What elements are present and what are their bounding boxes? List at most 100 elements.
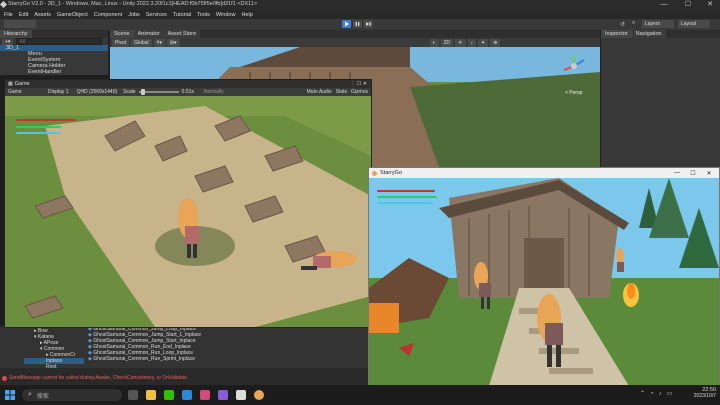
file-list: ◆ GhostSamurai_Common_Jump_Loop_Inplace … xyxy=(88,326,298,362)
windows-icon xyxy=(5,390,15,400)
game-window-menu-icon[interactable]: ⋮ ☐ ✕ xyxy=(351,81,367,87)
scale-value: 0.51x xyxy=(181,89,194,95)
game-window: ▦ Game ⋮ ☐ ✕ Game Display 1 QHD (2560x14… xyxy=(4,79,372,328)
menu-file[interactable]: File xyxy=(4,12,13,18)
pause-icon xyxy=(355,22,360,26)
display-dropdown[interactable]: Display 1 xyxy=(48,89,69,95)
scale-slider[interactable] xyxy=(138,89,179,95)
global-label: Global xyxy=(134,39,149,46)
player-window: StarryGo — ☐ ✕ xyxy=(368,167,720,387)
close-button[interactable]: ✕ xyxy=(702,0,718,10)
player-scene-image xyxy=(369,178,719,386)
layout-label: Layout xyxy=(681,21,697,27)
menu-edit[interactable]: Edit xyxy=(19,12,28,18)
menu-assets[interactable]: Assets xyxy=(34,12,51,18)
player-minimize-button[interactable]: — xyxy=(669,170,685,176)
chevron-up-icon[interactable]: ⌃ xyxy=(640,390,645,397)
grid-dropdown[interactable]: #▾ xyxy=(153,38,165,47)
status-message[interactable]: SendMessage cannot be called during Awak… xyxy=(9,375,187,381)
menu-gameobject[interactable]: GameObject xyxy=(57,12,88,18)
hierarchy-search-input[interactable] xyxy=(16,38,103,45)
scale-slider-handle[interactable] xyxy=(140,89,145,95)
hierarchy-tab-label: Hierarchy xyxy=(4,31,28,37)
menu-jobs[interactable]: Jobs xyxy=(128,12,140,18)
network-icon[interactable]: ◔ xyxy=(650,391,654,397)
player-health-bar xyxy=(377,190,435,192)
pivot-dropdown[interactable]: Pivot xyxy=(112,38,130,47)
rider-icon[interactable] xyxy=(200,390,210,400)
effects-toggle[interactable]: ✦ xyxy=(478,38,489,47)
tab-inspector[interactable]: Inspector xyxy=(601,30,632,38)
snap-dropdown[interactable]: ⊞▾ xyxy=(166,38,180,47)
audio-toggle[interactable]: ♪ xyxy=(467,38,476,47)
taskbar-search-placeholder: 搜索 xyxy=(36,393,49,400)
unity-logo-icon xyxy=(0,0,8,9)
account-button[interactable] xyxy=(4,20,24,28)
taskbar-search[interactable]: ⌕ 搜索 xyxy=(22,389,122,401)
gizmos-toggle[interactable]: ⊕ xyxy=(490,38,501,47)
file-explorer-icon[interactable] xyxy=(146,390,156,400)
navigation-tab-label: Navigation xyxy=(635,31,662,37)
pivot-label: Pivot xyxy=(115,39,127,46)
menu-tools[interactable]: Tools xyxy=(197,12,210,18)
stats-toggle[interactable]: Stats xyxy=(336,89,347,95)
clock[interactable]: 22:50 2023/10/7 xyxy=(690,387,716,399)
project-panel: ▸ Bow ▾ Katana ▸ APose ▾ Common ▸ Common… xyxy=(0,326,370,370)
file-item[interactable]: ◆ GhostSamurai_Common_Run_Sprint_Inplace xyxy=(88,356,298,362)
game-mode-dropdown[interactable]: Game xyxy=(8,89,44,95)
taskbar-apps xyxy=(128,390,264,400)
health-bar xyxy=(16,119,76,121)
resolution-dropdown[interactable]: QHD (2560x1440) xyxy=(77,89,118,95)
hierarchy-item-label: EventHandler xyxy=(28,69,62,75)
starrygo-icon[interactable] xyxy=(254,390,264,400)
battery-icon[interactable]: ▭ xyxy=(667,390,673,397)
unity-icon[interactable] xyxy=(236,390,246,400)
menu-services[interactable]: Services xyxy=(146,12,167,18)
hierarchy-item-eventhandler[interactable]: EventHandler xyxy=(0,69,108,75)
minimize-button[interactable]: — xyxy=(656,0,672,10)
lighting-toggle[interactable]: ☀ xyxy=(455,38,466,47)
scene-gizmo[interactable] xyxy=(560,52,588,80)
play-button[interactable] xyxy=(342,20,351,28)
pause-button[interactable] xyxy=(353,20,362,28)
tab-asset-store[interactable]: Asset Store xyxy=(163,30,201,38)
gizmos-dropdown[interactable]: Gizmos xyxy=(351,89,368,95)
menu-tutorial[interactable]: Tutorial xyxy=(173,12,191,18)
step-button[interactable] xyxy=(364,20,373,28)
window-title: StarryGo V2.0 - 3D_1 - Windows, Mac, Lin… xyxy=(8,1,258,7)
player-close-button[interactable]: ✕ xyxy=(701,170,717,177)
mute-audio-toggle[interactable]: Mute Audio xyxy=(307,89,332,95)
tab-navigation[interactable]: Navigation xyxy=(631,30,666,38)
volume-icon[interactable]: ♪ xyxy=(659,391,662,397)
file-label: GhostSamurai_Common_Run_Sprint_Inplace xyxy=(93,356,195,362)
tab-scene[interactable]: Scene xyxy=(110,30,134,38)
maximize-button[interactable]: ☐ xyxy=(680,0,696,10)
visual-studio-icon[interactable] xyxy=(218,390,228,400)
menu-window[interactable]: Window xyxy=(216,12,236,18)
layers-dropdown[interactable]: Layers xyxy=(642,20,674,28)
game-viewport[interactable] xyxy=(5,96,371,327)
start-button[interactable] xyxy=(5,390,15,400)
history-icon[interactable]: ↺ xyxy=(620,21,625,28)
layout-dropdown[interactable]: Layout xyxy=(678,20,710,28)
task-view-icon[interactable] xyxy=(128,390,138,400)
play-icon xyxy=(345,21,349,27)
menu-help[interactable]: Help xyxy=(241,12,252,18)
tab-hierarchy[interactable]: Hierarchy xyxy=(0,30,32,38)
step-icon xyxy=(366,22,371,26)
2d-toggle[interactable]: 2D xyxy=(440,38,454,47)
persp-label[interactable]: < Persp xyxy=(565,90,582,96)
wechat-icon[interactable] xyxy=(164,390,174,400)
player-viewport[interactable] xyxy=(369,178,719,386)
vscode-icon[interactable] xyxy=(182,390,192,400)
tab-animator[interactable]: Animator xyxy=(133,30,164,38)
vsync-dropdown[interactable]: Normally xyxy=(204,89,224,95)
search-icon[interactable]: ⌕ xyxy=(632,20,635,27)
global-dropdown[interactable]: Global xyxy=(131,38,152,47)
cloud-icon[interactable] xyxy=(22,20,36,28)
player-maximize-button[interactable]: ☐ xyxy=(685,170,701,177)
scale-label: Scale xyxy=(123,89,136,95)
draw-mode-button[interactable]: ◐ xyxy=(429,38,439,47)
menu-component[interactable]: Component xyxy=(94,12,122,18)
add-button[interactable]: +▾ xyxy=(2,38,14,45)
